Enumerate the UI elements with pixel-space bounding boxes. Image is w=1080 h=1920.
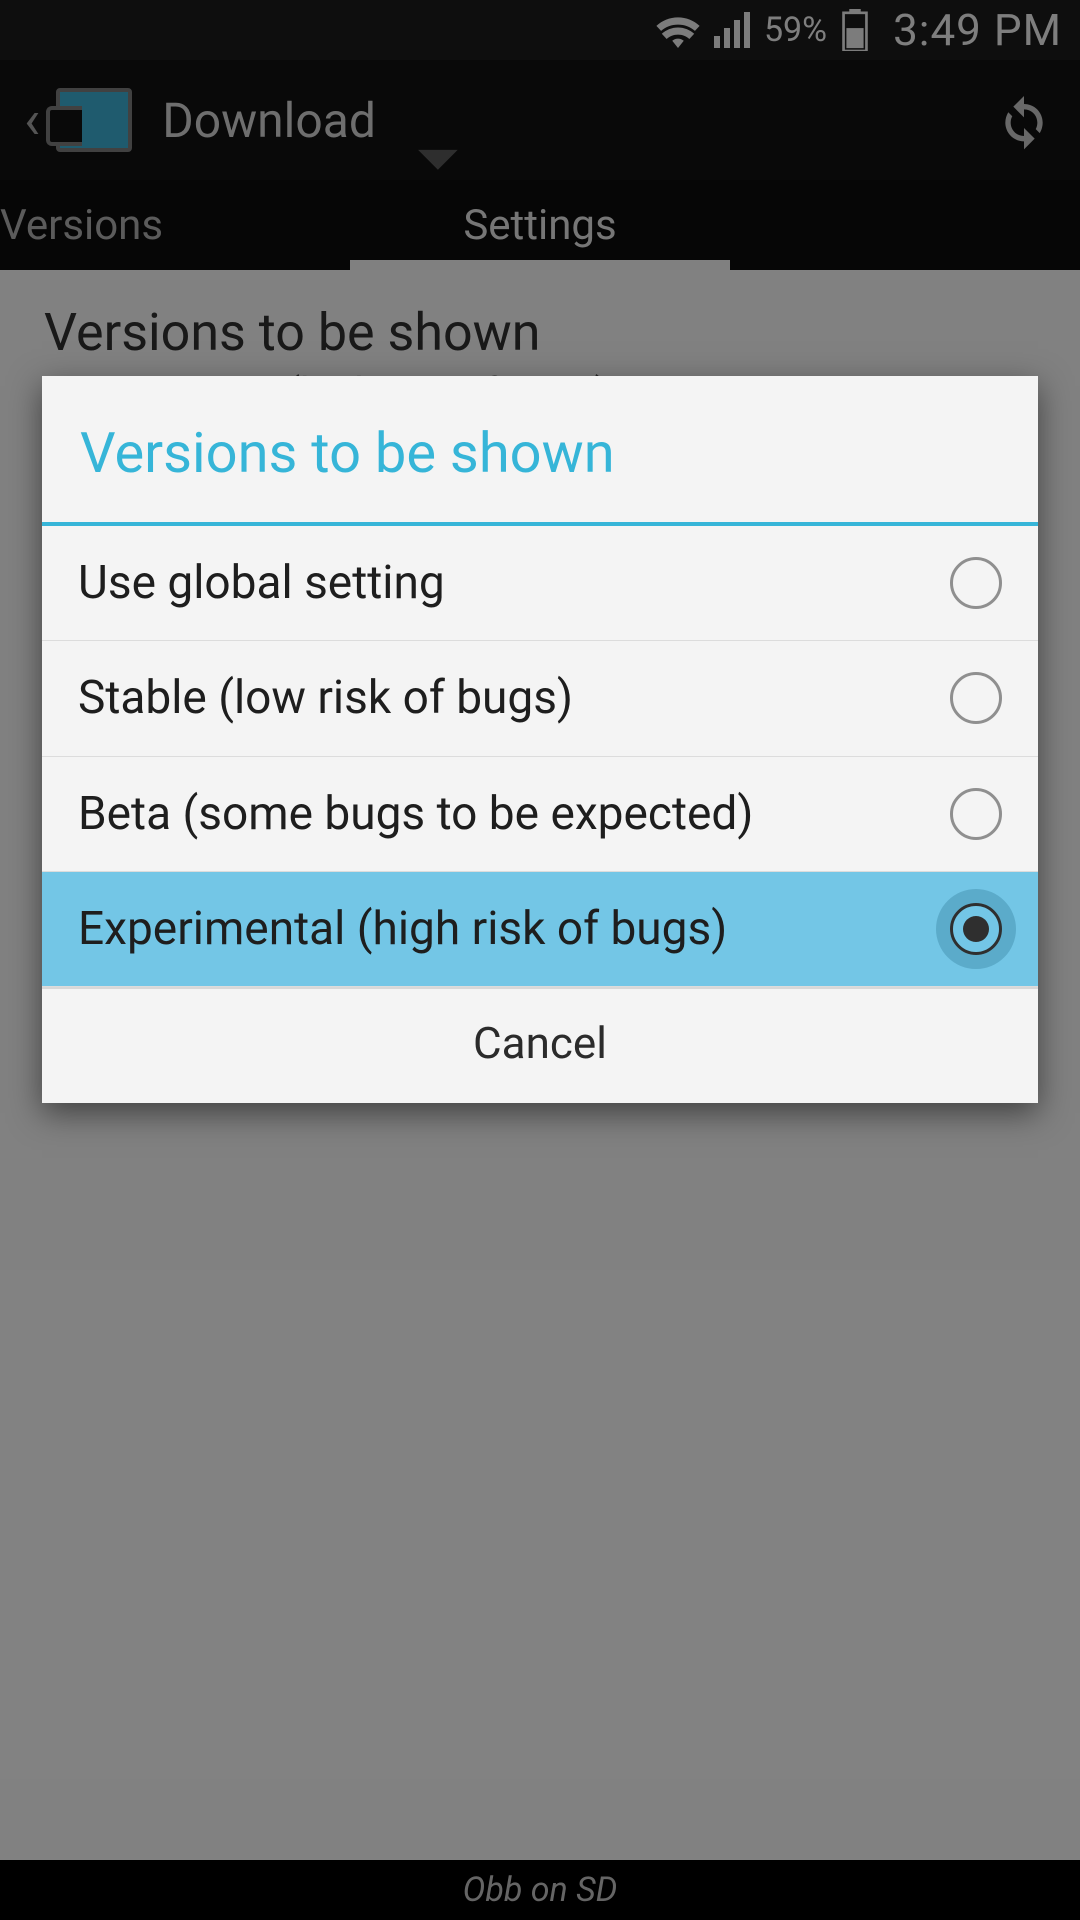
option-use-global-setting[interactable]: Use global setting <box>42 526 1038 641</box>
option-label: Stable (low risk of bugs) <box>78 671 573 725</box>
option-stable[interactable]: Stable (low risk of bugs) <box>42 641 1038 756</box>
radio-icon <box>950 903 1002 955</box>
option-experimental[interactable]: Experimental (high risk of bugs) <box>42 872 1038 987</box>
option-beta[interactable]: Beta (some bugs to be expected) <box>42 757 1038 872</box>
option-label: Experimental (high risk of bugs) <box>78 902 727 956</box>
radio-icon <box>950 672 1002 724</box>
radio-icon <box>950 557 1002 609</box>
dialog-title: Versions to be shown <box>42 376 1038 522</box>
radio-icon <box>950 788 1002 840</box>
option-label: Use global setting <box>78 556 445 610</box>
versions-dialog: Versions to be shown Use global setting … <box>42 376 1038 1103</box>
option-label: Beta (some bugs to be expected) <box>78 787 753 841</box>
dialog-actions: Cancel <box>42 987 1038 1103</box>
cancel-button[interactable]: Cancel <box>473 1017 607 1069</box>
